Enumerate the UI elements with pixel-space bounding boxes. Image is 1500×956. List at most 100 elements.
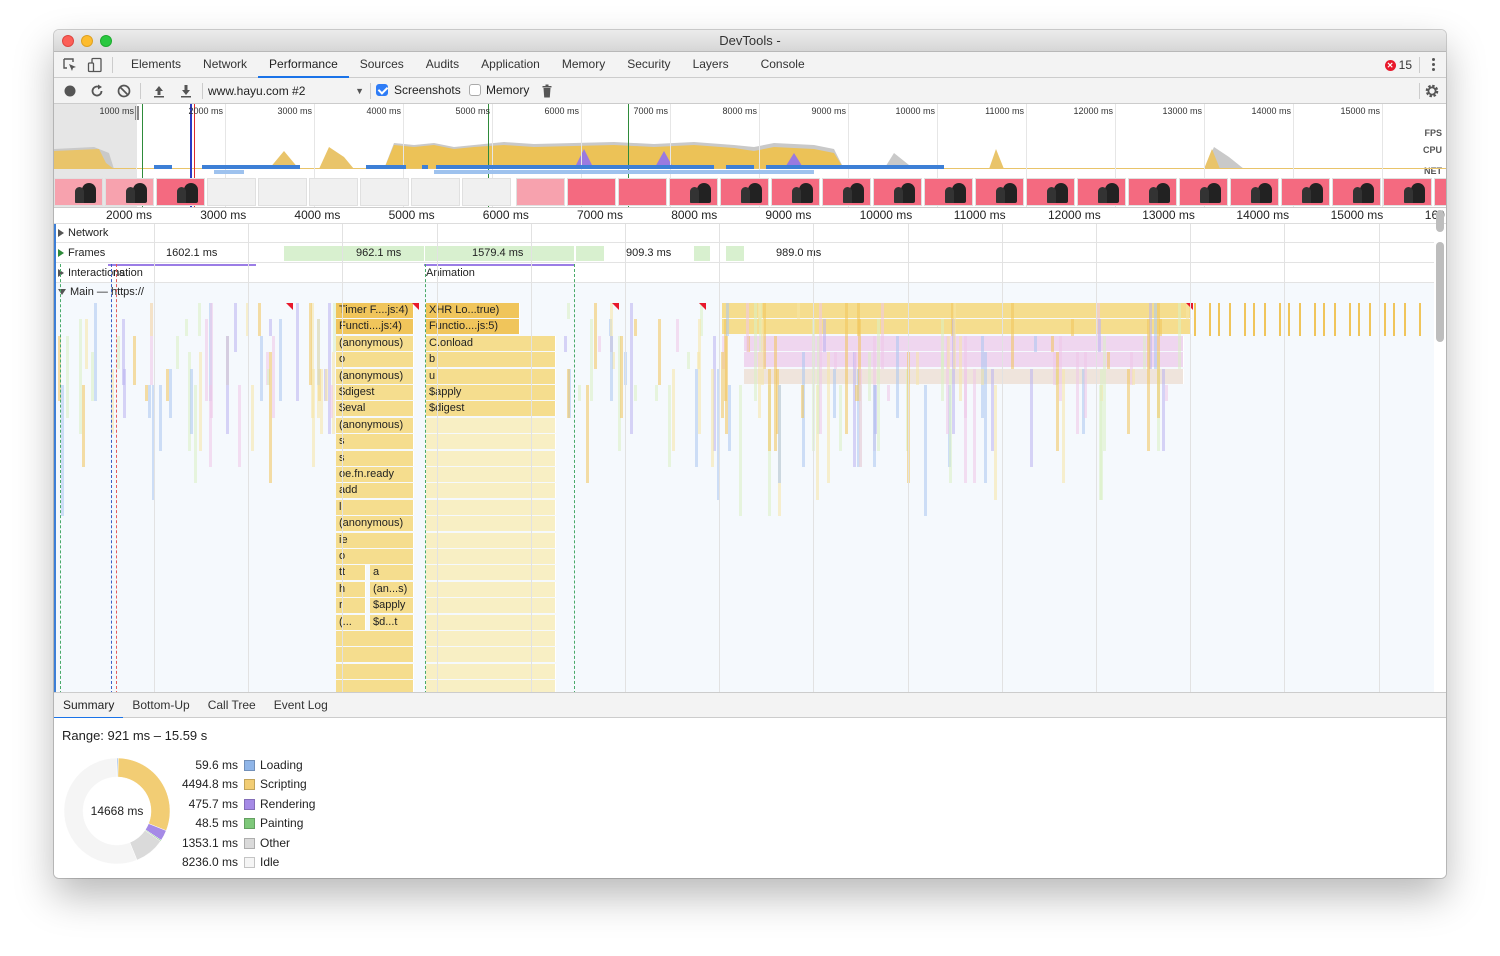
flame-chart-entry[interactable]: [619, 335, 623, 418]
flame-chart-entry[interactable]: [1051, 335, 1055, 353]
flame-chart-entry[interactable]: [238, 385, 242, 467]
flame-chart-entry[interactable]: [65, 335, 69, 418]
flame-chart-entry[interactable]: [801, 385, 804, 418]
flame-chart-entry[interactable]: [833, 352, 837, 369]
flame-chart-entry[interactable]: [1083, 352, 1087, 418]
flame-chart-entry[interactable]: [634, 319, 638, 336]
flame-chart-entry[interactable]: [168, 368, 172, 418]
flame-chart-entry[interactable]: [854, 352, 858, 369]
flame-chart-entry[interactable]: [1229, 303, 1231, 336]
flame-chart-call[interactable]: r: [336, 598, 366, 614]
flame-chart-entry[interactable]: [887, 385, 891, 402]
clear-icon[interactable]: [116, 83, 132, 99]
flame-chart-entry[interactable]: [940, 319, 944, 402]
device-toolbar-icon[interactable]: [87, 57, 103, 73]
flame-chart-entry[interactable]: [984, 352, 988, 484]
main-track-label[interactable]: Main — https://: [58, 286, 144, 298]
flame-chart-call[interactable]: XHR Lo...true): [426, 303, 520, 318]
flame-chart-call[interactable]: [722, 319, 1192, 335]
flame-chart-entry[interactable]: [654, 385, 658, 402]
tab-network[interactable]: Network: [192, 52, 258, 78]
flame-chart-entry[interactable]: [598, 335, 602, 353]
maximize-window-button[interactable]: [100, 35, 112, 47]
flame-chart-entry[interactable]: [952, 303, 956, 369]
flame-chart-call[interactable]: oe.fn.ready: [336, 467, 414, 482]
flame-chart-entry[interactable]: [268, 319, 272, 336]
flame-chart-entry[interactable]: [1288, 303, 1290, 336]
flame-chart-entry[interactable]: [193, 385, 197, 484]
flame-chart-entry[interactable]: [1404, 303, 1406, 336]
error-counter[interactable]: ✕ 15: [1384, 58, 1412, 72]
flame-chart-call[interactable]: l: [336, 499, 414, 515]
flame-chart-entry[interactable]: [1030, 368, 1034, 467]
flame-chart-entry[interactable]: [1070, 319, 1074, 336]
flame-chart-call[interactable]: (anonymous): [336, 368, 414, 384]
flame-chart-call[interactable]: [336, 680, 414, 692]
flame-chart-entry[interactable]: [757, 352, 761, 418]
flame-chart-entry[interactable]: [585, 385, 589, 484]
frames-track[interactable]: Frames 1602.1 ms 962.1 ms 1579.4 ms 909.3 m…: [54, 243, 1434, 263]
flame-chart-call[interactable]: [336, 631, 414, 646]
flame-chart-entry[interactable]: [1159, 319, 1163, 336]
flame-chart-entry[interactable]: [279, 319, 283, 402]
screenshot-thumbnail[interactable]: [1128, 178, 1177, 206]
flame-chart-call[interactable]: [426, 680, 556, 692]
flame-chart-call[interactable]: [426, 647, 556, 663]
flame-chart-entry[interactable]: [973, 368, 977, 484]
timeline-overview[interactable]: FPS CPU NET 1000 ms 2000 ms 3000 ms 4000 ms…: [54, 104, 1446, 208]
flame-chart-entry[interactable]: [1253, 303, 1255, 336]
flame-chart-entry[interactable]: [761, 319, 765, 385]
screenshot-thumbnail[interactable]: [1281, 178, 1330, 206]
tracks-scrollbar[interactable]: [1436, 242, 1444, 342]
flame-chart-entry[interactable]: [257, 303, 261, 336]
screenshot-thumbnail[interactable]: [207, 178, 256, 206]
screenshot-thumbnail[interactable]: [1230, 178, 1279, 206]
flame-chart-entry[interactable]: [819, 303, 823, 435]
screenshot-thumbnail[interactable]: [1077, 178, 1126, 206]
details-tab-event-log[interactable]: Event Log: [265, 693, 337, 719]
flame-chart-call[interactable]: (anonymous): [336, 516, 414, 532]
download-icon[interactable]: [178, 83, 194, 99]
flame-chart-call[interactable]: C.onload: [426, 335, 556, 351]
flame-chart-call[interactable]: (anonymous): [336, 417, 414, 433]
screenshot-thumbnail[interactable]: [516, 178, 565, 206]
flame-chart-entry[interactable]: [1098, 385, 1102, 500]
flame-chart-entry[interactable]: [123, 368, 127, 418]
network-track[interactable]: Network: [54, 224, 1434, 243]
flame-chart-entry[interactable]: [234, 303, 238, 353]
screenshot-thumbnail[interactable]: [54, 178, 103, 206]
flame-chart-entry[interactable]: [563, 335, 567, 353]
flame-chart-call[interactable]: u: [426, 368, 556, 384]
flame-chart-entry[interactable]: [1076, 352, 1080, 435]
screenshot-thumbnail[interactable]: [822, 178, 871, 206]
flame-chart-call[interactable]: Functio....js:5): [426, 319, 520, 335]
flame-chart-call[interactable]: (anonymous): [336, 335, 414, 351]
frame-block[interactable]: [576, 246, 604, 261]
flame-chart-entry[interactable]: [204, 319, 208, 402]
flame-chart-entry[interactable]: [1369, 303, 1371, 336]
flame-chart-entry[interactable]: [658, 319, 662, 385]
flame-chart-call[interactable]: ie: [336, 532, 414, 548]
interactions-track[interactable]: Interactionsnation Animation: [54, 263, 1434, 283]
memory-checkbox[interactable]: [469, 84, 481, 96]
flame-chart-entry[interactable]: [1384, 303, 1386, 336]
timeline-tracks[interactable]: Network Frames 1602.1 ms 962.1 ms 1579.4 m…: [54, 224, 1434, 692]
flame-chart-entry[interactable]: [176, 335, 180, 369]
flame-chart-call[interactable]: h: [336, 581, 366, 597]
interaction-animation-label[interactable]: Animation: [426, 266, 475, 281]
flame-chart-entry[interactable]: [1178, 303, 1182, 369]
flame-chart-call[interactable]: $eval: [336, 401, 414, 417]
flame-chart-entry[interactable]: [117, 335, 121, 369]
flame-chart-entry[interactable]: [1053, 352, 1057, 385]
flame-chart-entry[interactable]: [949, 368, 953, 484]
flame-chart-call[interactable]: Functi....js:4): [336, 319, 414, 335]
flame-chart-call[interactable]: [336, 647, 414, 663]
flame-chart-entry[interactable]: [725, 303, 729, 336]
flame-chart-entry[interactable]: [78, 319, 82, 435]
flame-chart-entry[interactable]: [329, 385, 333, 418]
flame-chart-entry[interactable]: [316, 319, 320, 418]
frame-block[interactable]: [694, 246, 710, 261]
flame-chart-call[interactable]: [426, 549, 556, 564]
flame-chart-entry[interactable]: [1334, 303, 1336, 336]
gear-icon[interactable]: [1424, 83, 1440, 99]
